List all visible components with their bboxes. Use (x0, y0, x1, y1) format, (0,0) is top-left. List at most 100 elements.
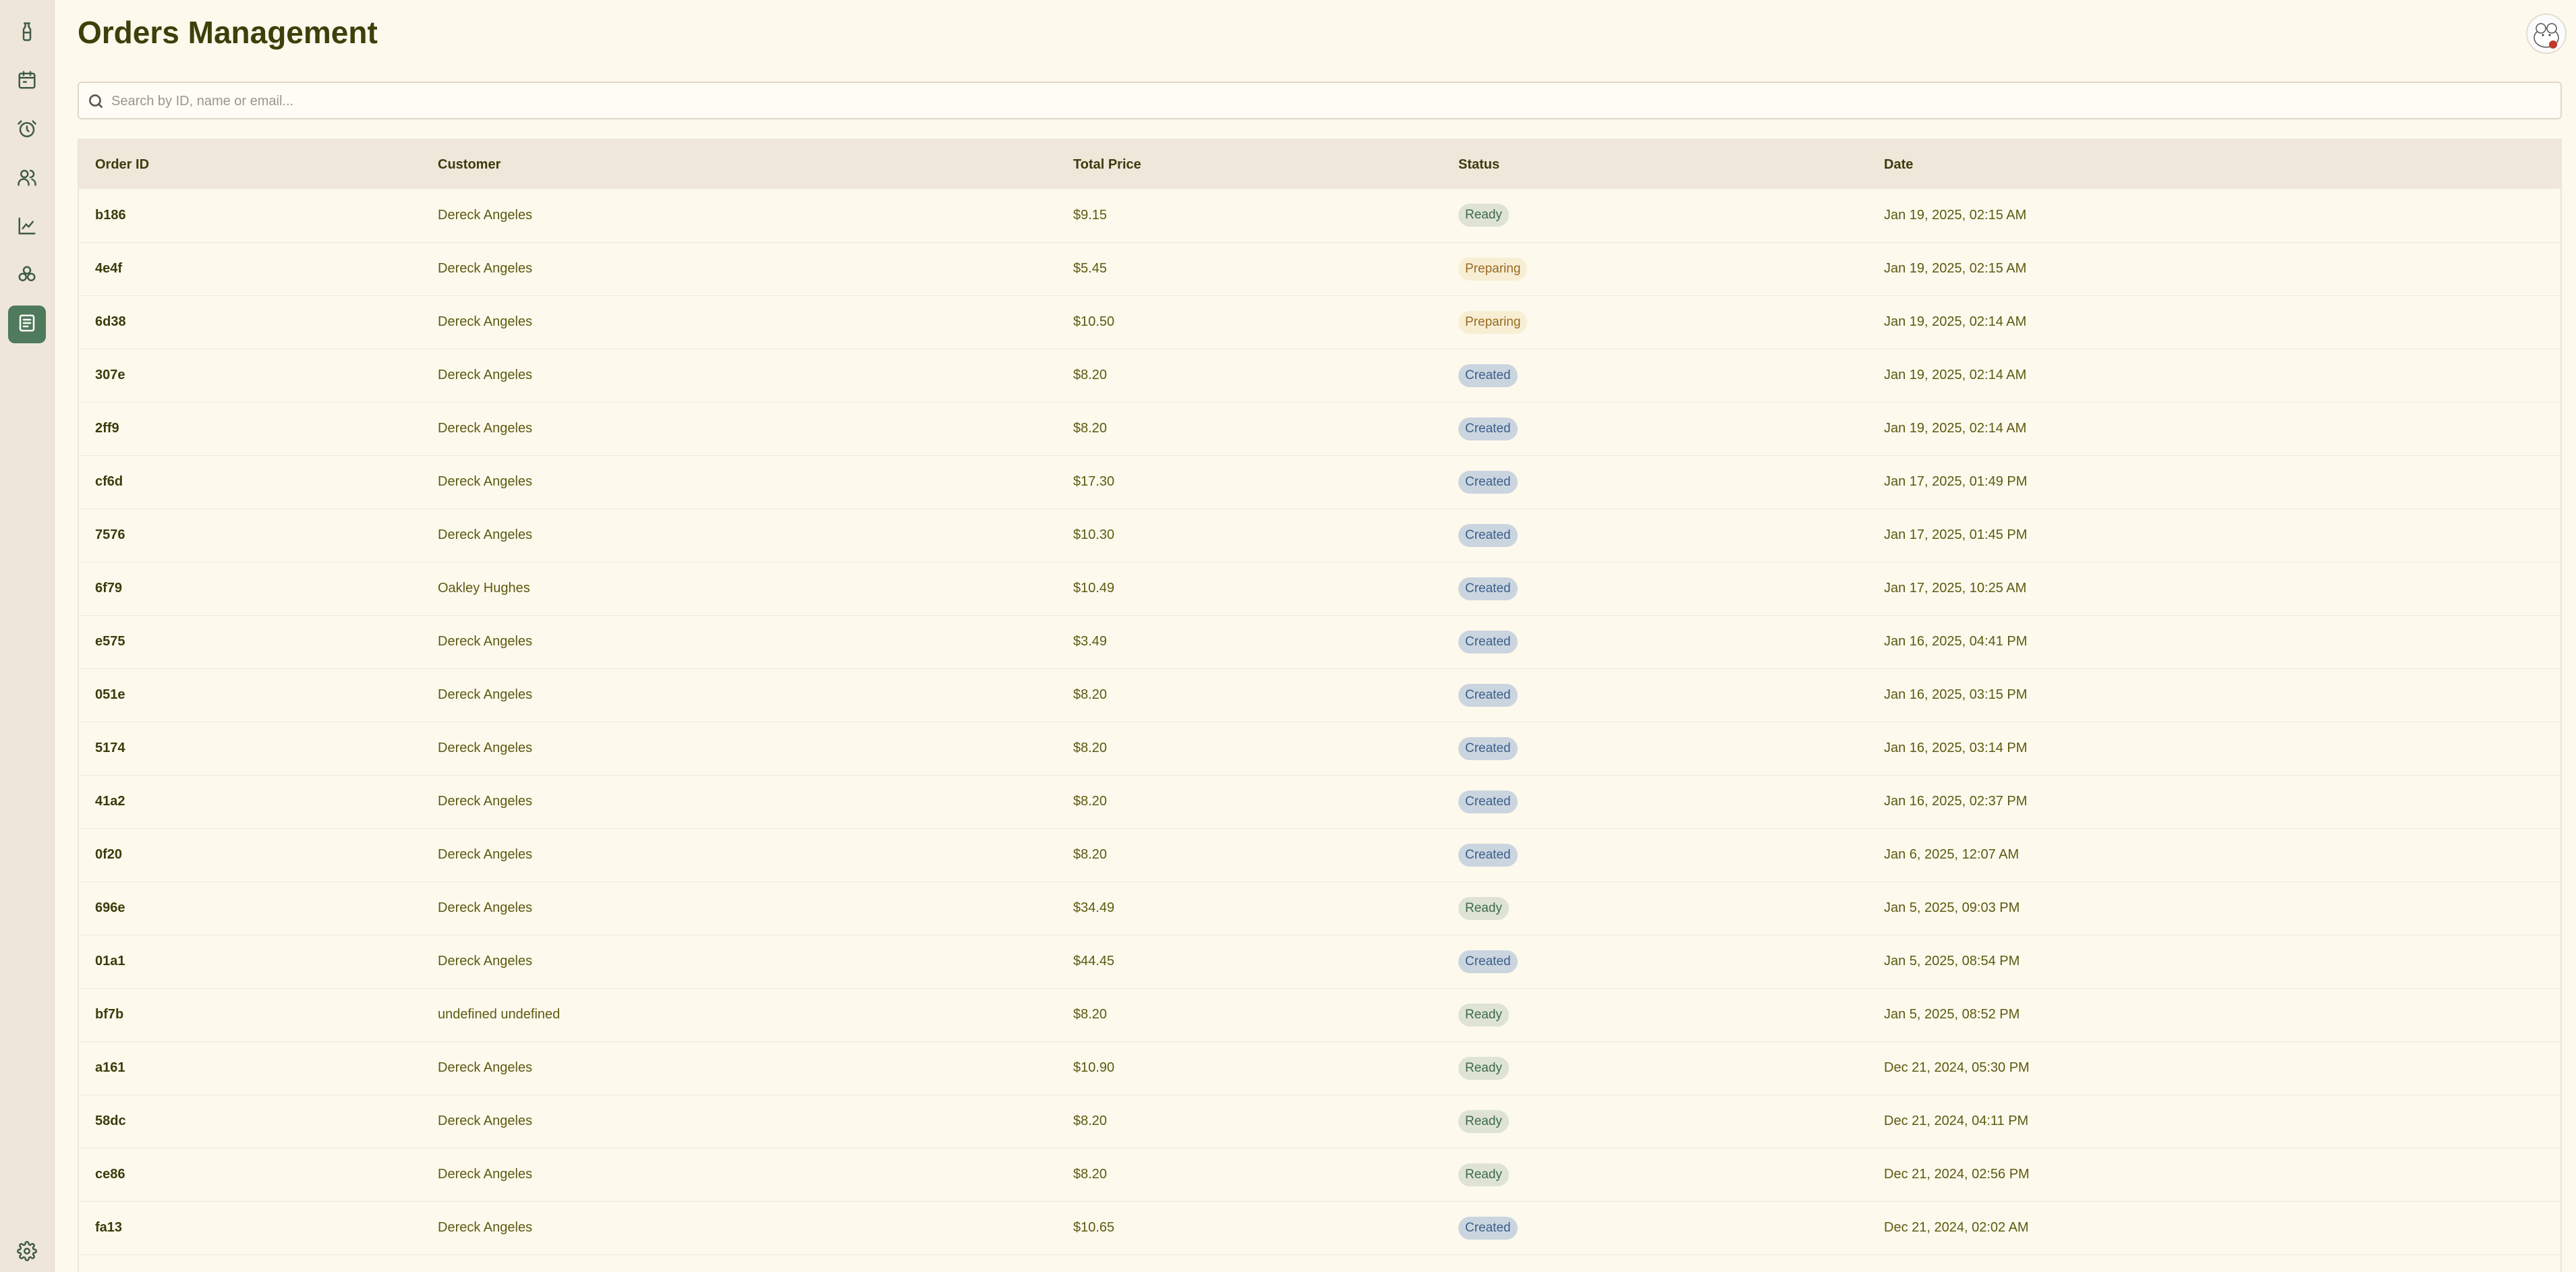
table-row[interactable]: 696e Dereck Angeles $34.49 Ready Jan 5, 2025… (79, 881, 2560, 935)
status-cell: Created (1442, 668, 1868, 722)
customer-cell: Dereck Angeles (438, 314, 533, 329)
sidebar-item-orders[interactable] (8, 306, 46, 343)
app-root: Orders Management Order ID Customer Tota… (0, 0, 2576, 1272)
status-cell: Created (1442, 722, 1868, 775)
table-row[interactable]: b186 Dereck Angeles $9.15 Ready Jan 19, 2025… (79, 189, 2560, 242)
total-price-cell: $8.20 (1073, 421, 1108, 436)
column-header-date[interactable]: Date (1868, 140, 2560, 189)
table-row[interactable]: ce86 Dereck Angeles $8.20 Ready Dec 21, 2024… (79, 1148, 2560, 1201)
table-body: b186 Dereck Angeles $9.15 Ready Jan 19, 2025… (79, 189, 2560, 1254)
date-cell: Jan 16, 2025, 02:37 PM (1884, 794, 2028, 809)
table-row[interactable]: e575 Dereck Angeles $3.49 Created Jan 16, 20… (79, 615, 2560, 668)
calendar-icon (17, 70, 37, 94)
column-header-total-price[interactable]: Total Price (1057, 140, 1442, 189)
sidebar-item-settings[interactable] (8, 1234, 46, 1271)
table-row[interactable]: bf7b undefined undefined $8.20 Ready Jan 5, … (79, 988, 2560, 1041)
table-row[interactable]: a161 Dereck Angeles $10.90 Ready Dec 21, 202… (79, 1041, 2560, 1095)
total-price-cell: $9.15 (1073, 207, 1108, 223)
status-cell: Created (1442, 615, 1868, 668)
date-cell: Jan 19, 2025, 02:15 AM (1884, 261, 2027, 276)
customer-cell: Dereck Angeles (438, 1220, 533, 1235)
order-id-cell: 6f79 (95, 581, 123, 596)
table-row[interactable]: 2ff9 Dereck Angeles $8.20 Created Jan 19, 20… (79, 402, 2560, 455)
total-price-cell: $10.50 (1073, 314, 1115, 329)
status-cell: Created (1442, 775, 1868, 828)
sidebar-item-ingredients[interactable] (8, 257, 46, 295)
status-badge: Preparing (1458, 257, 1528, 281)
total-price-cell: $8.20 (1073, 1167, 1108, 1182)
table-row[interactable]: fa13 Dereck Angeles $10.65 Created Dec 21, 2… (79, 1201, 2560, 1254)
table-row[interactable]: 7576 Dereck Angeles $10.30 Created Jan 17, 2… (79, 509, 2560, 562)
order-id-cell: b186 (95, 207, 126, 223)
orders-table: Order ID Customer Total Price Status Dat… (78, 139, 2562, 1272)
status-badge: Ready (1458, 1109, 1509, 1133)
total-price-cell: $5.45 (1073, 261, 1108, 276)
table-row[interactable]: 6d38 Dereck Angeles $10.50 Preparing Jan 19,… (79, 295, 2560, 349)
table-row[interactable]: 6f79 Oakley Hughes $10.49 Created Jan 17, 20… (79, 562, 2560, 615)
alarm-clock-icon (17, 119, 37, 142)
table-row[interactable]: 5174 Dereck Angeles $8.20 Created Jan 16, 20… (79, 722, 2560, 775)
table-row[interactable]: 41a2 Dereck Angeles $8.20 Created Jan 16, 20… (79, 775, 2560, 828)
status-badge: Preparing (1458, 310, 1528, 334)
status-badge: Created (1458, 1216, 1518, 1240)
chart-line-icon (17, 216, 37, 239)
order-id-cell: 58dc (95, 1114, 126, 1128)
date-cell: Dec 21, 2024, 05:30 PM (1884, 1060, 2030, 1075)
status-badge: Ready (1458, 1163, 1509, 1186)
ingredients-icon (17, 264, 37, 288)
order-id-cell: 696e (95, 900, 125, 915)
sidebar-item-drinks[interactable] (8, 14, 46, 52)
date-cell: Jan 6, 2025, 12:07 AM (1884, 847, 2020, 862)
table-row[interactable]: 051e Dereck Angeles $8.20 Created Jan 16, 20… (79, 668, 2560, 722)
search-icon (87, 92, 105, 110)
total-price-cell: $10.90 (1073, 1060, 1115, 1075)
users-icon (17, 167, 37, 191)
sidebar-item-users[interactable] (8, 160, 46, 198)
date-cell: Jan 19, 2025, 02:14 AM (1884, 421, 2027, 436)
page-title: Orders Management (78, 15, 378, 50)
avatar[interactable] (2526, 13, 2567, 54)
customer-cell: Dereck Angeles (438, 1060, 533, 1075)
order-id-cell: 0f20 (95, 847, 123, 862)
customer-cell: Oakley Hughes (438, 581, 530, 596)
customer-cell: Dereck Angeles (438, 687, 533, 702)
table-row[interactable]: 4e4f Dereck Angeles $5.45 Preparing Jan 19, … (79, 242, 2560, 295)
total-price-cell: $10.30 (1073, 527, 1115, 542)
status-cell: Ready (1442, 988, 1868, 1041)
table-row[interactable]: cf6d Dereck Angeles $17.30 Created Jan 17, 2… (79, 455, 2560, 509)
table-row[interactable]: 01a1 Dereck Angeles $44.45 Created Jan 5, 20… (79, 935, 2560, 988)
order-id-cell: a161 (95, 1060, 125, 1075)
order-id-cell: e575 (95, 634, 125, 649)
customer-cell: Dereck Angeles (438, 1114, 533, 1128)
sidebar-item-alarms[interactable] (8, 111, 46, 149)
table-row[interactable]: 0f20 Dereck Angeles $8.20 Created Jan 6, 202… (79, 828, 2560, 881)
customer-cell: Dereck Angeles (438, 741, 533, 755)
drink-icon (17, 22, 37, 45)
date-cell: Jan 19, 2025, 02:15 AM (1884, 207, 2027, 223)
date-cell: Jan 17, 2025, 10:25 AM (1884, 581, 2027, 596)
table-row[interactable]: 58dc Dereck Angeles $8.20 Ready Dec 21, 2024… (79, 1095, 2560, 1148)
status-cell: Created (1442, 562, 1868, 615)
status-badge: Created (1458, 950, 1518, 973)
table-row[interactable]: 307e Dereck Angeles $8.20 Created Jan 19, 20… (79, 349, 2560, 402)
total-price-cell: $8.20 (1073, 847, 1108, 862)
status-badge: Created (1458, 630, 1518, 654)
status-cell: Ready (1442, 1148, 1868, 1201)
total-price-cell: $8.20 (1073, 1007, 1108, 1022)
sidebar-item-calendar[interactable] (8, 63, 46, 100)
status-badge: Created (1458, 417, 1518, 440)
total-price-cell: $34.49 (1073, 900, 1115, 915)
status-badge: Created (1458, 470, 1518, 494)
status-badge: Ready (1458, 204, 1509, 227)
sidebar (0, 0, 55, 1272)
column-header-status[interactable]: Status (1442, 140, 1868, 189)
sidebar-item-analytics[interactable] (8, 208, 46, 246)
total-price-cell: $8.20 (1073, 1114, 1108, 1128)
status-cell: Ready (1442, 881, 1868, 935)
customer-cell: Dereck Angeles (438, 900, 533, 915)
order-id-cell: ce86 (95, 1167, 125, 1182)
search-input[interactable] (110, 86, 2541, 117)
customer-cell: Dereck Angeles (438, 368, 533, 382)
column-header-customer[interactable]: Customer (422, 140, 1057, 189)
column-header-order-id[interactable]: Order ID (79, 140, 422, 189)
